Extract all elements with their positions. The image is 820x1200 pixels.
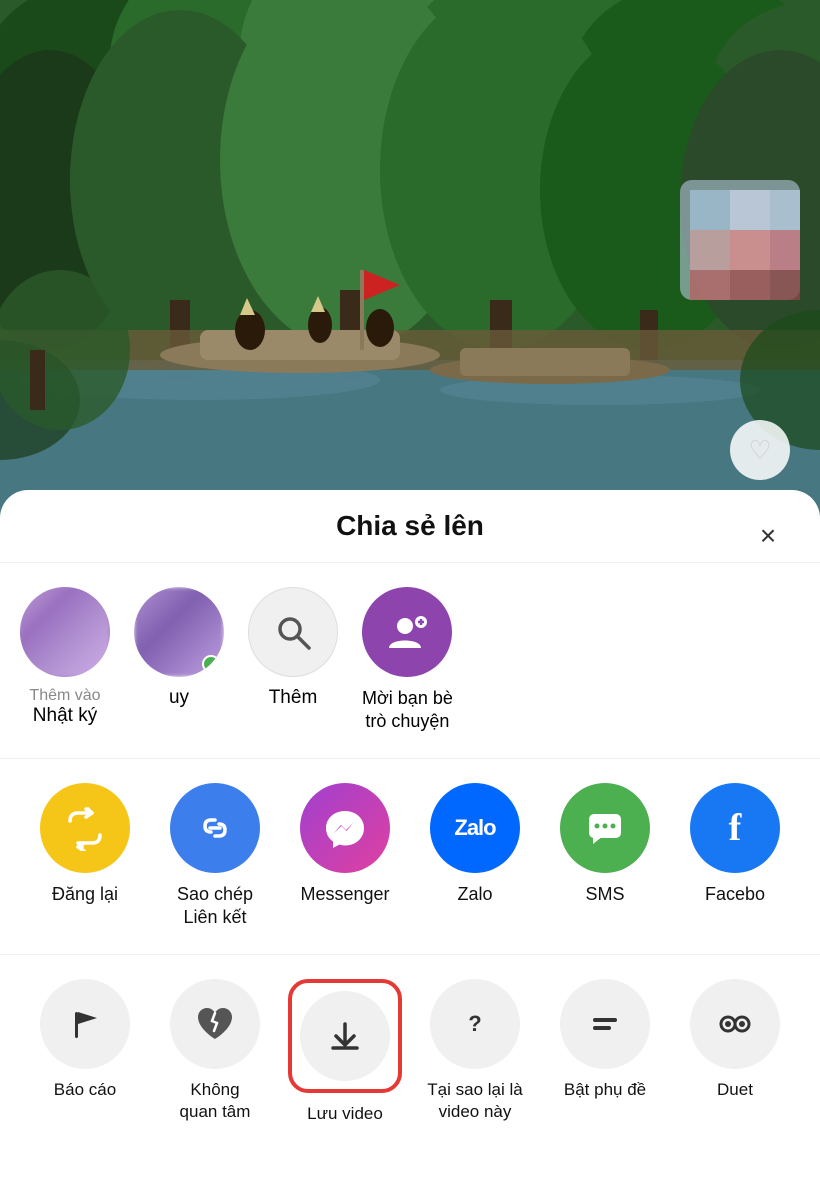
zalo-icon-circle: Zalo xyxy=(430,783,520,873)
not-interested-label: Khôngquan tâm xyxy=(180,1079,251,1123)
friend-label-invite: Mời bạn bètrò chuyện xyxy=(362,687,453,734)
action-why[interactable]: ? Tại sao lại làvideo này xyxy=(410,979,540,1125)
add-person-icon xyxy=(383,608,431,656)
save-video-highlight xyxy=(288,979,402,1093)
action-facebook[interactable]: f Facebo xyxy=(670,783,800,930)
action-duet[interactable]: Duet xyxy=(670,979,800,1125)
friend-label-more: Thêm xyxy=(269,687,318,709)
duet-icon xyxy=(713,1002,757,1046)
report-label: Báo cáo xyxy=(54,1079,116,1101)
question-icon: ? xyxy=(453,1002,497,1046)
download-icon xyxy=(323,1014,367,1058)
action-copy-link[interactable]: Sao chépLiên kết xyxy=(150,783,280,930)
friend-item-diary[interactable]: Thêm vào Nhật ký xyxy=(20,587,110,734)
copy-link-label: Sao chépLiên kết xyxy=(177,883,253,930)
friend-avatar-2 xyxy=(134,587,224,677)
friend-avatar-more xyxy=(248,587,338,677)
actions-row: Đăng lại Sao chépLiên kết xyxy=(0,759,820,955)
action-repost[interactable]: Đăng lại xyxy=(20,783,150,930)
duet-label: Duet xyxy=(717,1079,753,1101)
subtitles-icon xyxy=(583,1002,627,1046)
facebook-icon-circle: f xyxy=(690,783,780,873)
messenger-label: Messenger xyxy=(300,883,389,906)
friend-item-invite[interactable]: Mời bạn bètrò chuyện xyxy=(362,587,453,734)
messenger-icon-circle xyxy=(300,783,390,873)
svg-text:?: ? xyxy=(468,1011,481,1036)
subtitles-icon-circle xyxy=(560,979,650,1069)
save-video-icon-circle xyxy=(300,991,390,1081)
subtitles-label: Bật phụ đề xyxy=(564,1079,646,1101)
friend-item-2[interactable]: uy xyxy=(134,587,224,734)
friend-label-1: Thêm vào Nhật ký xyxy=(29,687,100,727)
sheet-title: Chia sẻ lên xyxy=(336,510,484,542)
heart-icon[interactable]: ♡ xyxy=(730,420,790,480)
search-icon xyxy=(271,610,315,654)
share-sheet: Chia sẻ lên × Thêm vào Nhật ký uy xyxy=(0,490,820,1200)
friend-item-more[interactable]: Thêm xyxy=(248,587,338,734)
facebook-label: Facebo xyxy=(705,883,765,906)
messenger-icon xyxy=(322,805,368,851)
action-report[interactable]: Báo cáo xyxy=(20,979,150,1125)
action-save-video[interactable]: Lưu video xyxy=(280,979,410,1125)
friends-row: Thêm vào Nhật ký uy Thêm xyxy=(0,563,820,759)
flag-icon xyxy=(65,1004,105,1044)
copy-link-icon-circle xyxy=(170,783,260,873)
friend-label-2: uy xyxy=(169,687,189,709)
not-interested-icon-circle xyxy=(170,979,260,1069)
action-subtitles[interactable]: Bật phụ đề xyxy=(540,979,670,1125)
friend-avatar-1 xyxy=(20,587,110,677)
action-not-interested[interactable]: Khôngquan tâm xyxy=(150,979,280,1125)
sms-icon xyxy=(583,806,627,850)
action-sms[interactable]: SMS xyxy=(540,783,670,930)
repost-label: Đăng lại xyxy=(52,883,118,906)
repost-icon xyxy=(62,805,108,851)
why-label: Tại sao lại làvideo này xyxy=(427,1079,522,1123)
broken-heart-icon xyxy=(194,1003,236,1045)
friend-avatar-invite xyxy=(362,587,452,677)
zalo-label: Zalo xyxy=(457,883,492,906)
video-background: ♡ xyxy=(0,0,820,520)
sms-label: SMS xyxy=(585,883,624,906)
duet-icon-circle xyxy=(690,979,780,1069)
sheet-header: Chia sẻ lên × xyxy=(0,510,820,563)
action-messenger[interactable]: Messenger xyxy=(280,783,410,930)
sms-icon-circle xyxy=(560,783,650,873)
bottom-actions-row: Báo cáo Khôngquan tâm xyxy=(0,955,820,1149)
report-icon-circle xyxy=(40,979,130,1069)
save-video-label: Lưu video xyxy=(307,1103,383,1125)
repost-icon-circle xyxy=(40,783,130,873)
action-zalo[interactable]: Zalo Zalo xyxy=(410,783,540,930)
why-icon-circle: ? xyxy=(430,979,520,1069)
link-icon xyxy=(193,806,237,850)
close-button[interactable]: × xyxy=(746,514,790,558)
